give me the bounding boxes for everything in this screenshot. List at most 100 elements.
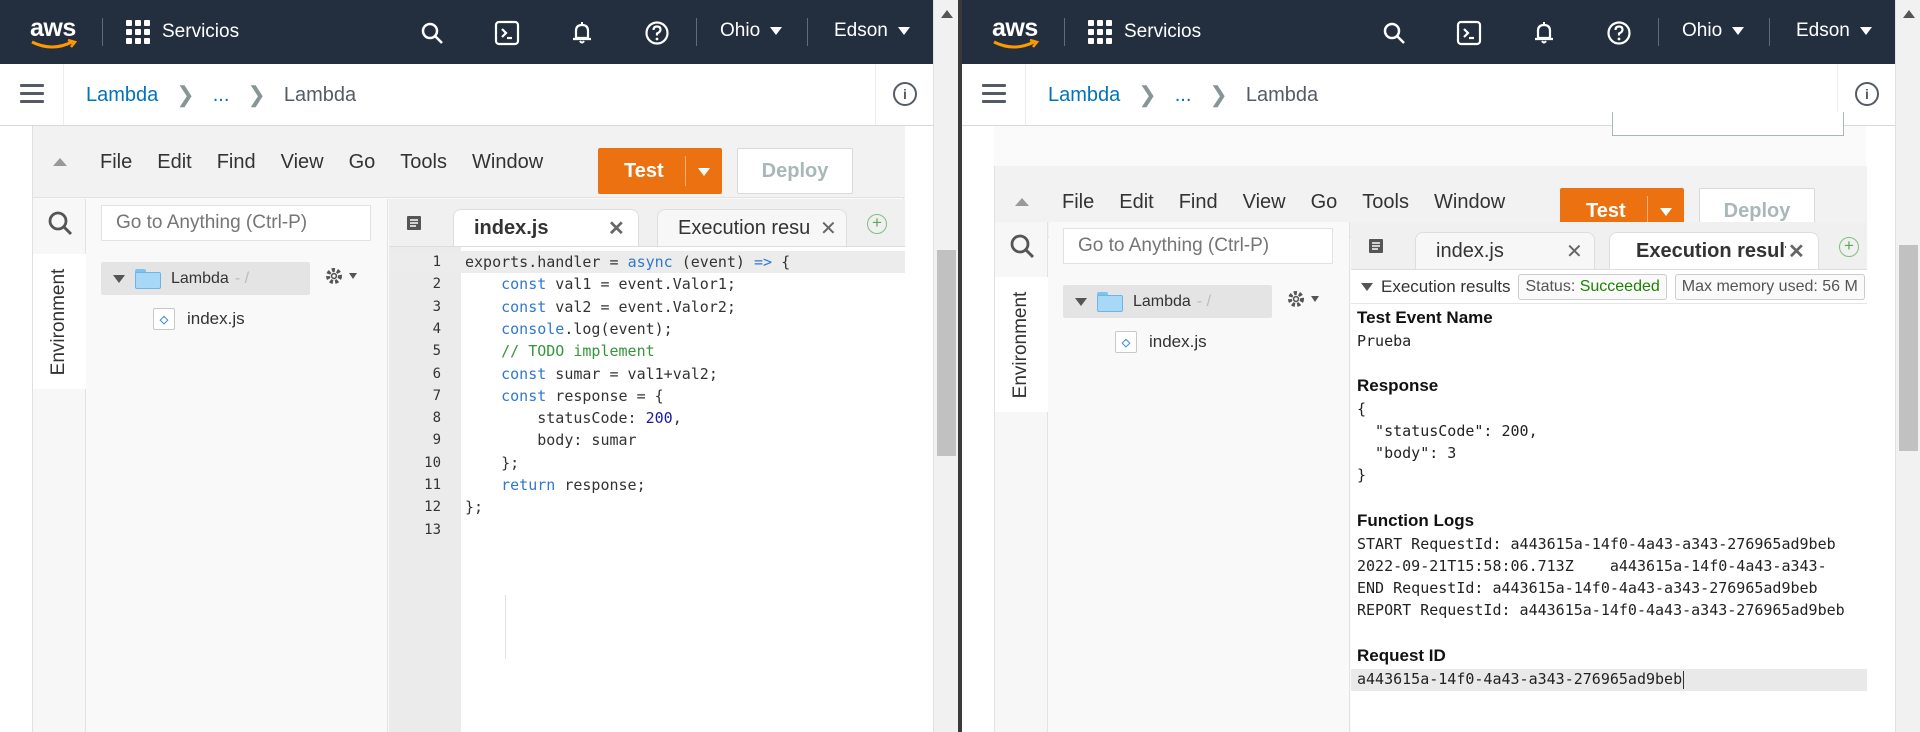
tree-folder-lambda[interactable]: Lambda - / xyxy=(1063,285,1272,318)
code-line[interactable]: 4 console.log(event); xyxy=(389,318,905,340)
code-line[interactable]: 7 const response = { xyxy=(389,385,905,407)
cloudshell-icon[interactable] xyxy=(492,18,522,48)
menu-icon[interactable] xyxy=(982,84,1006,104)
bell-icon[interactable] xyxy=(1529,18,1559,48)
environment-tab[interactable]: Environment xyxy=(995,277,1048,412)
tree-file-index-js[interactable]: ◇ index.js xyxy=(1115,331,1207,353)
cloudshell-icon[interactable] xyxy=(1454,18,1484,48)
test-event-name: Prueba xyxy=(1357,332,1412,350)
breadcrumb-lambda-link[interactable]: Lambda xyxy=(1048,84,1120,107)
aws-logo[interactable]: aws xyxy=(28,12,80,52)
collapse-caret-icon[interactable] xyxy=(1015,198,1029,206)
vertical-scrollbar[interactable] xyxy=(933,0,958,732)
folder-icon xyxy=(1097,291,1123,312)
menu-find[interactable]: Find xyxy=(217,151,256,174)
menu-window[interactable]: Window xyxy=(1434,191,1505,214)
add-tab-icon[interactable]: + xyxy=(867,214,887,234)
breadcrumb-ellipsis-link[interactable]: ... xyxy=(1175,84,1192,107)
search-icon[interactable] xyxy=(417,18,447,48)
menu-view[interactable]: View xyxy=(281,151,324,174)
tab-index-js[interactable]: index.js ✕ xyxy=(1415,232,1595,269)
account-menu[interactable]: Edson xyxy=(1796,20,1872,42)
menu-tools[interactable]: Tools xyxy=(400,151,447,174)
caret-down-icon[interactable] xyxy=(698,168,710,176)
help-icon[interactable] xyxy=(642,18,672,48)
caret-down-icon[interactable] xyxy=(1660,208,1672,216)
breadcrumb-ellipsis-link[interactable]: ... xyxy=(213,84,230,107)
nav-separator xyxy=(102,18,103,46)
menu-file[interactable]: File xyxy=(1062,191,1094,214)
tab-index-js[interactable]: index.js ✕ xyxy=(453,209,639,246)
test-button[interactable]: Test xyxy=(598,148,722,194)
menu-find[interactable]: Find xyxy=(1179,191,1218,214)
menu-go[interactable]: Go xyxy=(349,151,376,174)
tab-execution-results[interactable]: Execution results ✕ xyxy=(1609,232,1819,269)
menu-edit[interactable]: Edit xyxy=(157,151,191,174)
menu-view[interactable]: View xyxy=(1243,191,1286,214)
deploy-button[interactable]: Deploy xyxy=(737,148,853,194)
expand-caret-icon[interactable] xyxy=(1075,297,1087,306)
code-line[interactable]: 9 body: sumar xyxy=(389,429,905,451)
search-icon[interactable] xyxy=(1379,18,1409,48)
info-icon[interactable]: i xyxy=(1855,82,1879,106)
code-line[interactable]: 10 }; xyxy=(389,452,905,474)
menu-window[interactable]: Window xyxy=(472,151,543,174)
scrollbar-thumb[interactable] xyxy=(937,250,956,456)
services-menu[interactable]: Servicios xyxy=(1088,18,1201,46)
search-icon[interactable] xyxy=(995,222,1048,270)
scroll-up-arrow-icon[interactable] xyxy=(1903,10,1915,18)
code-line[interactable]: 11 return response; xyxy=(389,474,905,496)
help-icon[interactable] xyxy=(1604,18,1634,48)
scrollbar-thumb[interactable] xyxy=(1899,245,1918,451)
close-icon[interactable]: ✕ xyxy=(1786,239,1805,264)
vertical-scrollbar[interactable] xyxy=(1895,0,1920,732)
code-line[interactable]: 1 exports.handler = async (event) => { xyxy=(389,251,905,273)
services-menu[interactable]: Servicios xyxy=(126,18,239,46)
close-icon[interactable]: ✕ xyxy=(608,216,625,241)
code-line[interactable]: 8 statusCode: 200, xyxy=(389,407,905,429)
code-line[interactable]: 13 xyxy=(389,519,905,541)
menu-go[interactable]: Go xyxy=(1311,191,1338,214)
goto-anything-input[interactable] xyxy=(1063,228,1333,264)
partial-input-box[interactable] xyxy=(1612,112,1844,136)
bell-icon[interactable] xyxy=(567,18,597,48)
code-line[interactable]: 2 const val1 = event.Valor1; xyxy=(389,273,905,295)
collapse-caret-icon[interactable] xyxy=(53,158,67,166)
line-number: 1 xyxy=(432,254,441,270)
code-editor[interactable]: 1 exports.handler = async (event) => {2 c… xyxy=(389,247,905,732)
tab-list-icon[interactable] xyxy=(403,213,425,233)
menu-file[interactable]: File xyxy=(100,151,132,174)
account-menu[interactable]: Edson xyxy=(834,20,910,42)
tab-execution-results[interactable]: Execution resu ✕ xyxy=(657,209,847,246)
collapse-caret-icon[interactable] xyxy=(1361,282,1373,291)
close-icon[interactable]: ✕ xyxy=(818,216,837,241)
breadcrumb-lambda-link[interactable]: Lambda xyxy=(86,84,158,107)
tree-file-index-js[interactable]: ◇ index.js xyxy=(153,308,245,330)
code-line[interactable]: 3 const val2 = event.Valor2; xyxy=(389,296,905,318)
scroll-up-arrow-icon[interactable] xyxy=(941,10,953,18)
region-selector[interactable]: Ohio xyxy=(720,20,783,42)
menu-tools[interactable]: Tools xyxy=(1362,191,1409,214)
code-line[interactable]: 12}; xyxy=(389,496,905,518)
menu-icon[interactable] xyxy=(20,84,44,104)
execution-results-header[interactable]: Execution results Status: Succeeded Max … xyxy=(1351,270,1867,304)
region-selector[interactable]: Ohio xyxy=(1682,20,1745,42)
add-tab-icon[interactable]: + xyxy=(1839,237,1859,257)
tree-settings-gear-icon[interactable] xyxy=(1285,288,1319,310)
code-line[interactable]: 5 // TODO implement xyxy=(389,340,905,362)
expand-caret-icon[interactable] xyxy=(113,274,125,283)
aws-logo[interactable]: aws xyxy=(990,12,1042,52)
code-line[interactable]: 6 const sumar = val1+val2; xyxy=(389,363,905,385)
close-icon[interactable]: ✕ xyxy=(1566,239,1583,264)
info-icon[interactable]: i xyxy=(893,82,917,106)
menu-edit[interactable]: Edit xyxy=(1119,191,1153,214)
tree-settings-gear-icon[interactable] xyxy=(323,265,357,287)
tree-folder-lambda[interactable]: Lambda - / xyxy=(101,262,310,295)
environment-tab[interactable]: Environment xyxy=(33,254,86,389)
file-tree: Lambda - / ◇ index.js xyxy=(1049,222,1350,732)
tab-list-icon[interactable] xyxy=(1365,236,1387,256)
line-number: 6 xyxy=(432,365,441,382)
goto-anything-input[interactable] xyxy=(101,205,371,241)
search-icon[interactable] xyxy=(33,199,86,247)
